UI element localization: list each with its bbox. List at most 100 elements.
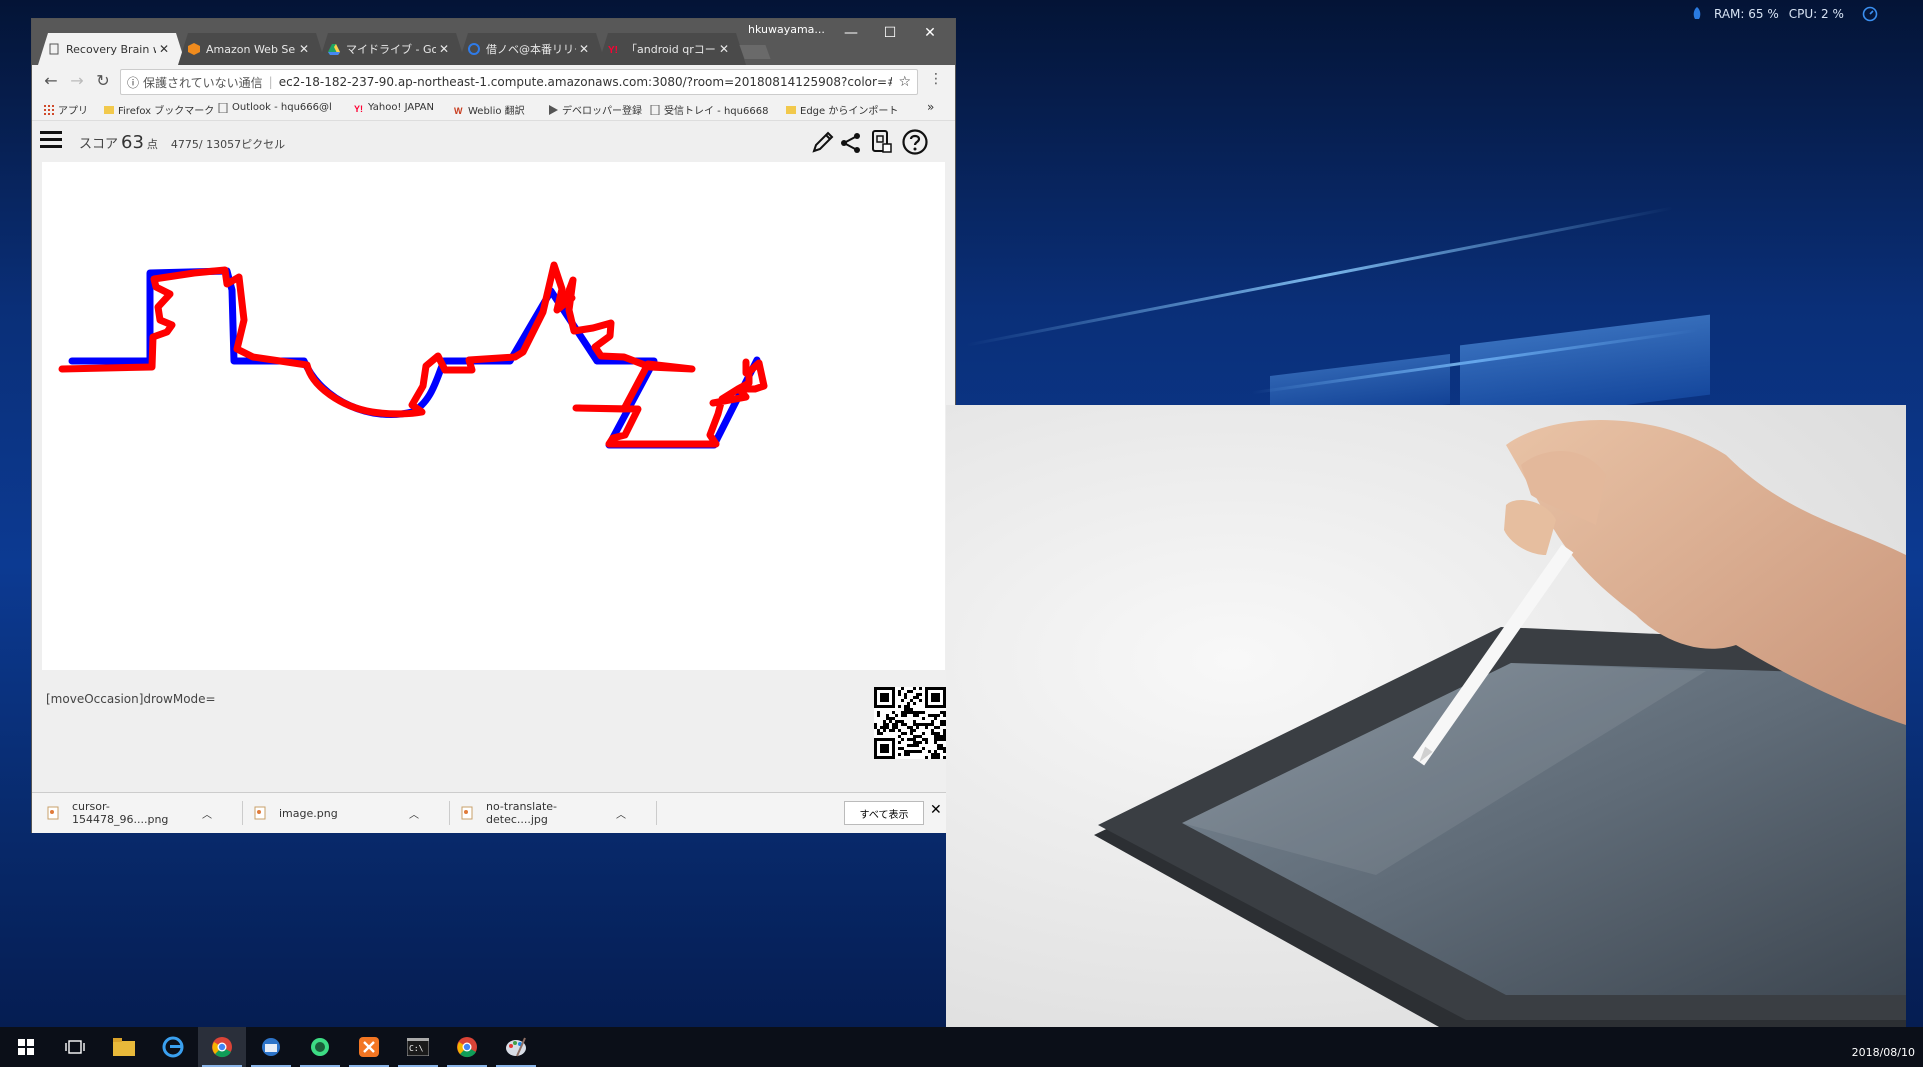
bookmark-label: アプリ [58,106,88,117]
target-stroke [68,267,761,449]
close-tab-icon[interactable]: ✕ [156,42,172,56]
user-stroke [58,261,768,448]
cpu-readout: CPU: 2 % [1788,7,1844,21]
taskbar-date[interactable]: 2018/08/10 [1852,1046,1915,1059]
edge-browser-button[interactable] [149,1027,197,1067]
close-window-button[interactable]: ✕ [915,25,945,41]
folder-icon [104,105,114,114]
pencil-icon[interactable] [811,130,835,154]
drawing-canvas[interactable] [42,162,945,670]
close-download-shelf-icon[interactable]: ✕ [930,802,942,818]
bookmark-label: 受信トレイ - hqu6668 [664,106,769,117]
tab-amazon-web-services[interactable]: Amazon Web Ser ✕ [178,33,326,65]
download-shelf: cursor-154478_96....png ︿ image.png ︿ no… [32,792,955,833]
download-item[interactable]: no-translate-detec....jpg ︿ [454,800,657,826]
chevron-up-icon[interactable]: ︿ [202,806,212,821]
paint-app-button[interactable] [492,1027,540,1067]
android-studio-icon [311,1038,329,1056]
bookmark-outlook[interactable]: Outlook - hqu666@l [218,102,332,113]
qr-device-icon[interactable] [870,130,892,154]
bookmark-inbox[interactable]: 受信トレイ - hqu6668 [650,102,768,117]
tab-label: Amazon Web Ser [206,42,296,56]
hamburger-menu-icon[interactable] [40,131,62,149]
tab-release[interactable]: 借ノベ@本番リリー ✕ [458,33,606,65]
address-bar[interactable]: ⓘ 保護されていない通信 | ec2-18-182-237-90.ap-nort… [120,69,918,95]
minimize-button[interactable]: — [836,25,866,41]
chevron-up-icon[interactable]: ︿ [616,806,626,821]
maximize-button[interactable]: ☐ [875,25,905,41]
share-icon[interactable] [840,132,862,154]
bookmark-apps[interactable]: アプリ [44,102,88,117]
bookmark-firefox[interactable]: Firefox ブックマーク [104,102,214,117]
task-view-icon [65,1040,85,1054]
svg-text:Y!: Y! [608,45,618,55]
rocket-icon[interactable] [1690,6,1704,22]
play-flag-icon [549,104,558,115]
file-explorer-button[interactable] [100,1027,148,1067]
close-tab-icon[interactable]: ✕ [716,42,732,56]
profile-name[interactable]: hkuwayama... [748,23,825,36]
folder-icon [113,1038,135,1056]
edge-icon [162,1036,184,1058]
bookmark-weblio[interactable]: W Weblio 翻訳 [454,102,525,118]
speed-gauge-icon[interactable] [1862,6,1878,22]
score-label: スコア [79,137,119,152]
download-filename: image.png [279,806,338,820]
command-prompt-button[interactable]: C:\ [394,1027,442,1067]
chevron-up-icon[interactable]: ︿ [409,806,419,821]
bookmark-yahoo[interactable]: Y! Yahoo! JAPAN [354,102,434,113]
room-qr-code[interactable] [874,687,946,759]
folder-icon [786,105,796,114]
aws-icon [188,43,200,55]
drawing-surface[interactable] [42,162,945,670]
chrome-second-button[interactable] [443,1027,491,1067]
download-item[interactable]: cursor-154478_96....png ︿ [40,800,243,826]
page-icon [48,43,60,55]
tab-android-qr[interactable]: Y! 「android qrコード ✕ [598,33,746,65]
new-tab-button[interactable] [739,45,771,59]
score-value: 63 [121,132,144,153]
android-studio-button[interactable] [296,1027,344,1067]
yahoo-icon: Y! [608,43,620,55]
apps-grid-icon [44,104,54,115]
browser-titlebar[interactable]: Recovery Brain w... ✕ Amazon Web Ser ✕ マ… [32,19,955,65]
help-icon[interactable] [902,129,928,155]
info-icon[interactable]: ⓘ [127,74,139,91]
tab-recovery-brain[interactable]: Recovery Brain w... ✕ [38,33,186,65]
show-all-downloads-button[interactable]: すべて表示 [844,801,924,825]
bookmark-label: Yahoo! JAPAN [368,102,434,113]
download-item[interactable]: image.png ︿ [247,801,450,825]
menu-kebab-icon[interactable]: ⋮ [925,71,947,87]
star-icon[interactable]: ☆ [898,74,911,90]
url-text[interactable]: ec2-18-182-237-90.ap-northeast-1.compute… [279,75,893,89]
start-button[interactable] [2,1027,50,1067]
chrome-taskbar-button[interactable] [198,1027,246,1067]
weblio-icon: W [454,106,463,115]
bookmark-developer[interactable]: デベロッパー登録 [548,102,642,117]
close-tab-icon[interactable]: ✕ [576,42,592,56]
app-toolbar: スコア 63 点 4775/ 13057ピクセル [32,121,955,157]
reload-button[interactable]: ↻ [92,71,114,90]
bookmark-label: Weblio 翻訳 [468,106,525,117]
close-tab-icon[interactable]: ✕ [436,42,452,56]
close-tab-icon[interactable]: ✕ [296,42,312,56]
taskbar: C:\ 2018/08/10 [0,1027,1923,1067]
bookmark-label: Firefox ブックマーク [118,106,215,117]
thunderbird-button[interactable] [247,1027,295,1067]
tab-google-drive[interactable]: マイドライブ - Goog ✕ [318,33,466,65]
security-label: 保護されていない通信 [143,75,263,90]
bookmark-label: Outlook - hqu666@l [232,102,332,113]
stylus-tablet-photo [946,405,1906,1042]
wallpaper-light-beam [966,206,1674,347]
bookmark-edge-import[interactable]: Edge からインポート [786,102,898,117]
bookmark-label: デベロッパー登録 [562,106,642,117]
xampp-icon [359,1037,379,1057]
bookmarks-overflow-button[interactable]: » [927,100,934,114]
svg-text:W: W [454,106,463,115]
xampp-button[interactable] [345,1027,393,1067]
task-view-button[interactable] [51,1027,99,1067]
image-file-icon [47,806,59,820]
forward-button[interactable]: → [66,71,88,90]
browser-window: Recovery Brain w... ✕ Amazon Web Ser ✕ マ… [32,19,955,833]
back-button[interactable]: ← [40,71,62,90]
